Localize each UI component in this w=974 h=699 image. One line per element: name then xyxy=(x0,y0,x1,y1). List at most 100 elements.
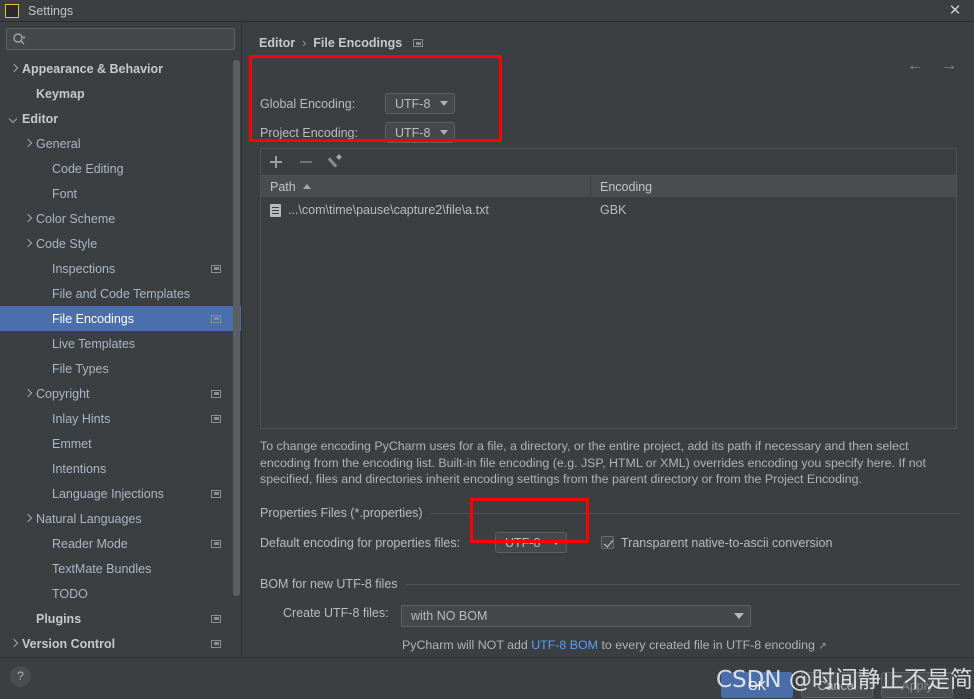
search-box[interactable] xyxy=(6,28,235,51)
sidebar-item-label: Intentions xyxy=(52,461,107,476)
column-header-encoding[interactable]: Encoding xyxy=(591,176,956,197)
back-arrow-icon[interactable]: ← xyxy=(906,58,924,74)
sidebar-item-inspections[interactable]: Inspections xyxy=(0,256,241,281)
properties-encoding-combo[interactable]: UTF-8 xyxy=(495,532,567,553)
breadcrumb-root[interactable]: Editor xyxy=(259,36,295,50)
help-button[interactable]: ? xyxy=(10,666,31,687)
ok-button[interactable]: OK xyxy=(721,672,793,698)
project-scope-icon xyxy=(211,314,221,323)
sidebar-item-inlay-hints[interactable]: Inlay Hints xyxy=(0,406,241,431)
column-header-encoding-label: Encoding xyxy=(600,179,653,194)
properties-section-title: Properties Files (*.properties) xyxy=(260,506,423,520)
chevron-right-icon[interactable] xyxy=(22,238,33,249)
sidebar-item-label: Inspections xyxy=(52,261,116,276)
sidebar-item-file-types[interactable]: File Types xyxy=(0,356,241,381)
sidebar-item-natural-languages[interactable]: Natural Languages xyxy=(0,506,241,531)
sidebar-item-label: Live Templates xyxy=(52,336,136,351)
chevron-right-icon[interactable] xyxy=(22,213,33,224)
add-icon[interactable] xyxy=(268,154,284,170)
sidebar-item-copyright[interactable]: Copyright xyxy=(0,381,241,406)
chevron-right-icon[interactable] xyxy=(22,138,33,149)
chevron-down-icon[interactable] xyxy=(8,113,19,124)
content-panel: Editor › File Encodings ← → Global Encod… xyxy=(243,22,974,656)
project-scope-icon xyxy=(211,539,221,548)
sidebar-item-todo[interactable]: TODO xyxy=(0,581,241,606)
sidebar-item-font[interactable]: Font xyxy=(0,181,241,206)
sidebar-item-label: TextMate Bundles xyxy=(52,561,152,576)
chevron-down-icon xyxy=(440,130,448,135)
sidebar-item-keymap[interactable]: Keymap xyxy=(0,81,241,106)
properties-default-label: Default encoding for properties files: xyxy=(260,535,461,550)
bom-create-combo[interactable]: with NO BOM xyxy=(401,605,751,627)
sidebar-item-label: Code Style xyxy=(36,236,98,251)
search-input[interactable] xyxy=(29,29,233,51)
chevron-right-icon[interactable] xyxy=(22,513,33,524)
sidebar-item-file-encodings[interactable]: File Encodings xyxy=(0,306,241,331)
sidebar-item-label: Reader Mode xyxy=(52,536,128,551)
remove-icon[interactable] xyxy=(298,154,314,170)
settings-tree: Appearance & Behavior Keymap Editor General… xyxy=(0,56,241,656)
sidebar-scrollbar[interactable] xyxy=(233,56,241,656)
table-row[interactable]: ...\com\time\pause\capture2\file\a.txt GB… xyxy=(261,198,956,222)
close-icon[interactable]: ✕ xyxy=(946,2,964,20)
project-encoding-combo[interactable]: UTF-8 xyxy=(385,122,455,143)
cancel-button[interactable]: Cancel xyxy=(801,672,873,698)
sidebar-item-appearance-behavior[interactable]: Appearance & Behavior xyxy=(0,56,241,81)
native-to-ascii-label: Transparent native-to-ascii conversion xyxy=(621,535,833,550)
sidebar-item-label: General xyxy=(36,136,81,151)
sidebar-scrollbar-thumb[interactable] xyxy=(233,60,240,596)
project-scope-icon xyxy=(211,489,221,498)
sidebar-item-general[interactable]: General xyxy=(0,131,241,156)
column-header-path-label: Path xyxy=(270,179,296,194)
window-title: Settings xyxy=(28,3,74,18)
sidebar-item-textmate-bundles[interactable]: TextMate Bundles xyxy=(0,556,241,581)
bom-hint-after: to every created file in UTF-8 encoding xyxy=(598,638,815,652)
project-scope-icon xyxy=(211,639,221,648)
sidebar-item-emmet[interactable]: Emmet xyxy=(0,431,241,456)
sidebar-item-reader-mode[interactable]: Reader Mode xyxy=(0,531,241,556)
bom-create-row: Create UTF-8 files: xyxy=(283,606,400,620)
global-encoding-combo[interactable]: UTF-8 xyxy=(385,93,455,114)
chevron-right-icon[interactable] xyxy=(8,63,19,74)
sidebar-item-code-style[interactable]: Code Style xyxy=(0,231,241,256)
external-link-icon: ↗ xyxy=(818,641,827,652)
sidebar-item-editor[interactable]: Editor xyxy=(0,106,241,131)
column-header-path[interactable]: Path xyxy=(261,176,591,197)
chevron-right-icon[interactable] xyxy=(22,388,33,399)
sidebar-item-file-and-code-templates[interactable]: File and Code Templates xyxy=(0,281,241,306)
sidebar-item-color-scheme[interactable]: Color Scheme xyxy=(0,206,241,231)
sidebar-item-label: File Encodings xyxy=(52,311,134,326)
search-icon xyxy=(13,33,26,45)
sidebar-item-language-injections[interactable]: Language Injections xyxy=(0,481,241,506)
cell-encoding[interactable]: GBK xyxy=(591,203,956,217)
utf8-bom-link[interactable]: UTF-8 BOM xyxy=(531,638,598,652)
dialog-footer: ? OK Cancel Apply xyxy=(0,657,974,698)
chevron-down-icon xyxy=(440,101,448,106)
sidebar-item-label: Emmet xyxy=(52,436,92,451)
native-to-ascii-checkbox[interactable]: Transparent native-to-ascii conversion xyxy=(601,536,832,550)
properties-section-header: Properties Files (*.properties) xyxy=(260,506,960,520)
sidebar-item-code-editing[interactable]: Code Editing xyxy=(0,156,241,181)
sidebar-item-plugins[interactable]: Plugins xyxy=(0,606,241,631)
project-encoding-value: UTF-8 xyxy=(395,125,431,140)
forward-arrow-icon[interactable]: → xyxy=(940,58,958,74)
table-toolbar xyxy=(260,148,957,175)
chevron-right-icon[interactable] xyxy=(8,638,19,649)
sidebar-item-intentions[interactable]: Intentions xyxy=(0,456,241,481)
sidebar-item-label: File Types xyxy=(52,361,109,376)
project-encoding-label: Project Encoding: xyxy=(260,125,358,140)
table-header-row: Path Encoding xyxy=(261,176,956,198)
sidebar-item-label: Appearance & Behavior xyxy=(22,61,164,76)
apply-button[interactable]: Apply xyxy=(881,672,953,698)
edit-icon[interactable] xyxy=(328,154,344,170)
sidebar-item-live-templates[interactable]: Live Templates xyxy=(0,331,241,356)
sidebar-item-version-control[interactable]: Version Control xyxy=(0,631,241,656)
